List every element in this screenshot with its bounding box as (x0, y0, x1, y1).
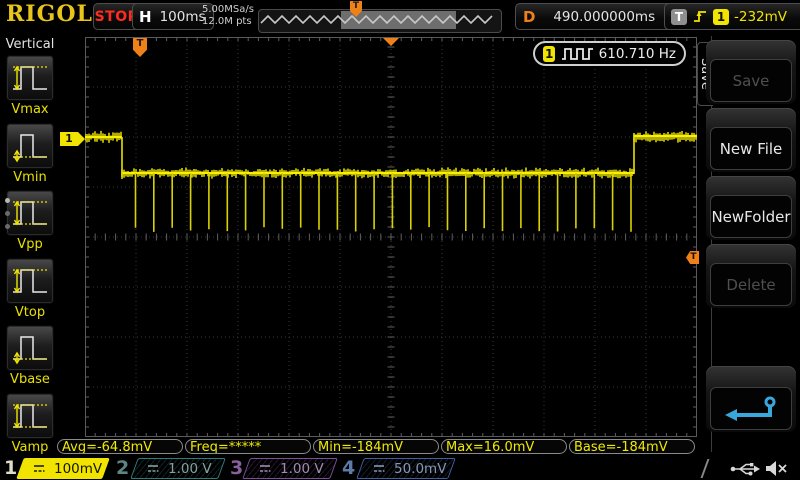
return-arrow-icon (718, 393, 784, 425)
record-waveform-preview (259, 10, 499, 30)
timebase-value: 100ms (160, 9, 206, 25)
vtop-button[interactable] (6, 258, 54, 304)
delay-label: D (523, 8, 535, 26)
channel-tab-content: 1.00 V (134, 458, 222, 479)
channel-3-scale: 1.00 V (280, 461, 324, 477)
vamp-icon (10, 397, 50, 435)
speaker-muted-icon (764, 459, 790, 478)
back-button-slot (706, 366, 796, 432)
vpp-icon (10, 194, 50, 232)
channel-2-scale: 1.00 V (168, 461, 212, 477)
vmin-button[interactable] (6, 123, 54, 169)
trigger-level-value: -232mV (734, 9, 787, 25)
left-menu-title: Vertical (0, 37, 60, 52)
menu-slot: Delete (706, 244, 796, 308)
softkey-newfolder[interactable]: NewFolder (710, 195, 792, 238)
dc-coupling-icon (146, 463, 160, 474)
left-menu-item-vtop[interactable]: Vtop (0, 258, 60, 320)
vmax-icon (10, 59, 50, 97)
channel-1-tab[interactable]: 100mV (20, 458, 106, 479)
measurement-readout: Freq=***** (185, 439, 311, 454)
usb-icon (730, 461, 762, 477)
vpp-button[interactable] (6, 190, 54, 236)
channel-3-tab[interactable]: 1.00 V (246, 458, 334, 479)
menu-item-label: Vtop (15, 305, 45, 320)
channel-tab-content: 1.00 V (246, 458, 334, 479)
oscilloscope-screen: RIGOL STOP H 100ms 5.00MSa/s 12.0M pts T… (0, 0, 800, 480)
channel-1-number: 1 (4, 457, 17, 479)
channel-2-number: 2 (116, 457, 129, 479)
counter-frequency-value: 610.710 Hz (599, 46, 676, 62)
sample-rate: 5.00MSa/s (202, 4, 254, 16)
horizontal-label: H (139, 8, 152, 26)
menu-item-label: Vpp (17, 237, 42, 252)
channel-4-tab[interactable]: 50.0mV (360, 458, 452, 479)
statusbar-divider (701, 459, 710, 478)
menu-slot: NewFolder (706, 176, 796, 240)
menu-page-dot-1 (5, 198, 10, 203)
menu-slot: New File (706, 108, 796, 172)
channel-4-number: 4 (342, 457, 355, 479)
menu-item-label: Vmin (13, 170, 46, 185)
vbase-button[interactable] (6, 325, 54, 371)
vamp-button[interactable] (6, 393, 54, 439)
vmax-button[interactable] (6, 55, 54, 101)
channel-tab-content: 50.0mV (360, 458, 452, 479)
brand-logo: RIGOL (6, 1, 93, 27)
channel-2-tab[interactable]: 1.00 V (134, 458, 222, 479)
counter-channel-badge: 1 (543, 46, 555, 62)
channel-4-scale: 50.0mV (394, 461, 446, 477)
dc-coupling-icon (372, 463, 386, 474)
measurement-readout: Avg=-64.8mV (57, 439, 183, 454)
trigger-label: T (671, 9, 687, 25)
measurement-readout: Min=-184mV (313, 439, 439, 454)
delay-value: 490.000000ms (543, 9, 665, 25)
trigger-slope-rising-icon (692, 8, 708, 25)
screen-center-marker-icon (383, 38, 399, 46)
delay-box: D 490.000000ms (515, 3, 673, 30)
channel-tab-content: 100mV (20, 458, 106, 479)
dc-coupling-icon (258, 463, 272, 474)
back-button[interactable] (710, 387, 792, 430)
softkey-delete: Delete (710, 263, 792, 306)
vtop-icon (10, 262, 50, 300)
memory-depth: 12.0M pts (202, 16, 254, 28)
measurement-readout: Max=16.0mV (441, 439, 567, 454)
frequency-counter: 1 610.710 Hz (533, 41, 686, 66)
vbase-icon (10, 329, 50, 367)
trigger-source-badge: 1 (713, 9, 729, 25)
softkey-save: Save (710, 59, 792, 102)
graticule-and-waveform (85, 37, 697, 437)
menu-page-dot-2 (5, 211, 10, 216)
left-menu-item-vmin[interactable]: Vmin (0, 123, 60, 185)
channel-3-number: 3 (230, 457, 243, 479)
left-menu-item-vamp[interactable]: Vamp (0, 393, 60, 455)
menu-slot: Save (706, 40, 796, 104)
pulse-train-icon (561, 45, 592, 62)
measurement-results-row: Avg=-64.8mVFreq=*****Min=-184mVMax=16.0m… (57, 439, 695, 454)
acquisition-info: 5.00MSa/s 12.0M pts (202, 4, 254, 28)
channel-1-scale: 100mV (54, 461, 102, 477)
menu-page-dot-3 (5, 224, 10, 229)
record-position-bar (258, 9, 502, 33)
trigger-status-box: T 1 -232mV (664, 3, 800, 30)
menu-item-label: Vmax (11, 102, 48, 117)
left-menu-item-vbase[interactable]: Vbase (0, 325, 60, 387)
measurement-readout: Base=-184mV (569, 439, 695, 454)
menu-item-label: Vamp (12, 440, 49, 455)
dc-coupling-icon (32, 463, 46, 474)
channel1-ground-marker: 1 (60, 132, 85, 146)
vmin-icon (10, 127, 50, 165)
left-menu-item-vmax[interactable]: Vmax (0, 55, 60, 117)
softkey-new-file[interactable]: New File (710, 127, 792, 170)
menu-item-label: Vbase (10, 372, 50, 387)
